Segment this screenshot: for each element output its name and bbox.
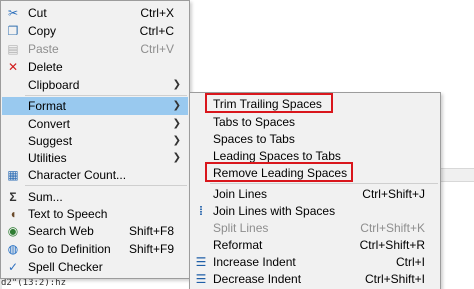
menu-item-label: Paste: [28, 42, 59, 56]
menu-item-convert[interactable]: Convert ❯: [2, 115, 188, 133]
submenu-item-increase-indent[interactable]: ☰ Increase Indent Ctrl+I: [191, 253, 439, 271]
menu-item-label: Join Lines: [213, 187, 268, 201]
menu-item-shortcut: Ctrl+V: [140, 42, 174, 56]
menu-item-copy[interactable]: ❐ Copy Ctrl+C: [2, 22, 188, 40]
editor-background-bar: [440, 168, 474, 182]
menu-item-label: Suggest: [28, 134, 73, 148]
context-menu: ✂ Cut Ctrl+X ❐ Copy Ctrl+C ▤ Paste Ctrl+…: [0, 0, 190, 279]
menu-item-suggest[interactable]: Suggest ❯: [2, 132, 188, 150]
menu-item-shortcut: Ctrl+Shift+J: [362, 187, 425, 201]
menu-item-search-web[interactable]: ◉ Search Web Shift+F8: [2, 222, 188, 240]
menu-item-label: Split Lines: [213, 221, 269, 235]
menu-item-label: Cut: [28, 6, 47, 20]
spell-check-icon: ✓: [7, 260, 19, 274]
format-submenu: Trim Trailing Spaces Tabs to Spaces Spac…: [189, 92, 441, 289]
menu-separator: [210, 183, 438, 184]
menu-item-shortcut: Ctrl+X: [140, 6, 174, 20]
menu-item-utilities[interactable]: Utilities ❯: [2, 149, 188, 167]
menu-item-label: Reformat: [213, 238, 263, 252]
submenu-arrow-icon: ❯: [172, 118, 181, 129]
menu-item-label: Clipboard: [28, 78, 80, 92]
menu-item-label: Decrease Indent: [213, 272, 302, 286]
submenu-item-reformat[interactable]: Reformat Ctrl+Shift+R: [191, 236, 439, 254]
search-web-icon: ◉: [7, 224, 19, 238]
submenu-arrow-icon: ❯: [172, 79, 181, 90]
menu-item-shortcut: Shift+F8: [128, 224, 174, 238]
menu-item-clipboard[interactable]: Clipboard ❯: [2, 76, 188, 94]
menu-item-shortcut: Ctrl+I: [395, 255, 425, 269]
menu-item-label: Text to Speech: [28, 207, 108, 221]
menu-item-label: Utilities: [28, 151, 67, 165]
delete-x-icon: ✕: [7, 60, 19, 74]
character-count-icon: ▦: [7, 168, 19, 182]
menu-item-cut[interactable]: ✂ Cut Ctrl+X: [2, 4, 188, 22]
menu-item-label: Increase Indent: [213, 255, 296, 269]
menu-item-shortcut: Ctrl+Shift+K: [360, 221, 425, 235]
menu-item-shortcut: Shift+F9: [128, 242, 174, 256]
definition-icon: ◍: [7, 242, 19, 256]
menu-item-label: Delete: [28, 60, 63, 74]
submenu-item-join-lines[interactable]: Join Lines Ctrl+Shift+J: [191, 185, 439, 203]
menu-item-label: Format: [28, 99, 67, 113]
menu-item-label: Sum...: [28, 190, 63, 204]
menu-item-shortcut: Ctrl+C: [139, 24, 174, 38]
menu-item-text-to-speech[interactable]: ◖ Text to Speech: [2, 205, 188, 223]
menu-separator: [25, 95, 187, 96]
menu-item-label: Copy: [28, 24, 57, 38]
menu-item-paste[interactable]: ▤ Paste Ctrl+V: [2, 40, 188, 58]
menu-item-sum[interactable]: Σ Sum...: [2, 188, 188, 206]
menu-item-go-to-definition[interactable]: ◍ Go to Definition Shift+F9: [2, 240, 188, 258]
submenu-item-tabs-to-spaces[interactable]: Tabs to Spaces: [191, 113, 439, 131]
submenu-arrow-icon: ❯: [172, 135, 181, 146]
menu-item-label: Character Count...: [28, 168, 127, 182]
speech-icon: ◖: [9, 207, 17, 221]
decrease-indent-icon: ☰: [195, 272, 207, 286]
annotation-box-remove-leading: [205, 162, 353, 182]
sigma-icon: Σ: [9, 190, 17, 204]
scissors-icon: ✂: [7, 6, 19, 20]
menu-item-label: Convert: [28, 117, 71, 131]
menu-item-shortcut: Ctrl+Shift+I: [364, 272, 425, 286]
menu-item-format[interactable]: Format ❯: [2, 97, 188, 115]
submenu-item-decrease-indent[interactable]: ☰ Decrease Indent Ctrl+Shift+I: [191, 270, 439, 288]
menu-item-label: Tabs to Spaces: [213, 115, 296, 129]
paste-icon: ▤: [7, 42, 19, 56]
submenu-arrow-icon: ❯: [172, 152, 181, 163]
menu-item-label: Spaces to Tabs: [213, 132, 295, 146]
menu-item-label: Search Web: [28, 224, 94, 238]
submenu-item-join-lines-with-spaces[interactable]: ⁞ Join Lines with Spaces: [191, 202, 439, 220]
menu-item-label: Spell Checker: [28, 260, 103, 274]
menu-separator: [25, 185, 187, 186]
menu-item-label: Go to Definition: [28, 242, 111, 256]
menu-item-spell-checker[interactable]: ✓ Spell Checker: [2, 258, 188, 276]
copy-icon: ❐: [7, 24, 19, 38]
join-lines-icon: ⁞: [199, 204, 203, 218]
menu-item-shortcut: Ctrl+Shift+R: [359, 238, 425, 252]
submenu-item-spaces-to-tabs[interactable]: Spaces to Tabs: [191, 130, 439, 148]
annotation-box-trim-trailing: [205, 93, 333, 113]
menu-item-character-count[interactable]: ▦ Character Count...: [2, 166, 188, 184]
submenu-arrow-icon: ❯: [172, 100, 181, 111]
submenu-item-split-lines[interactable]: Split Lines Ctrl+Shift+K: [191, 219, 439, 237]
menu-item-delete[interactable]: ✕ Delete: [2, 58, 188, 76]
increase-indent-icon: ☰: [195, 255, 207, 269]
menu-item-label: Join Lines with Spaces: [213, 204, 336, 218]
